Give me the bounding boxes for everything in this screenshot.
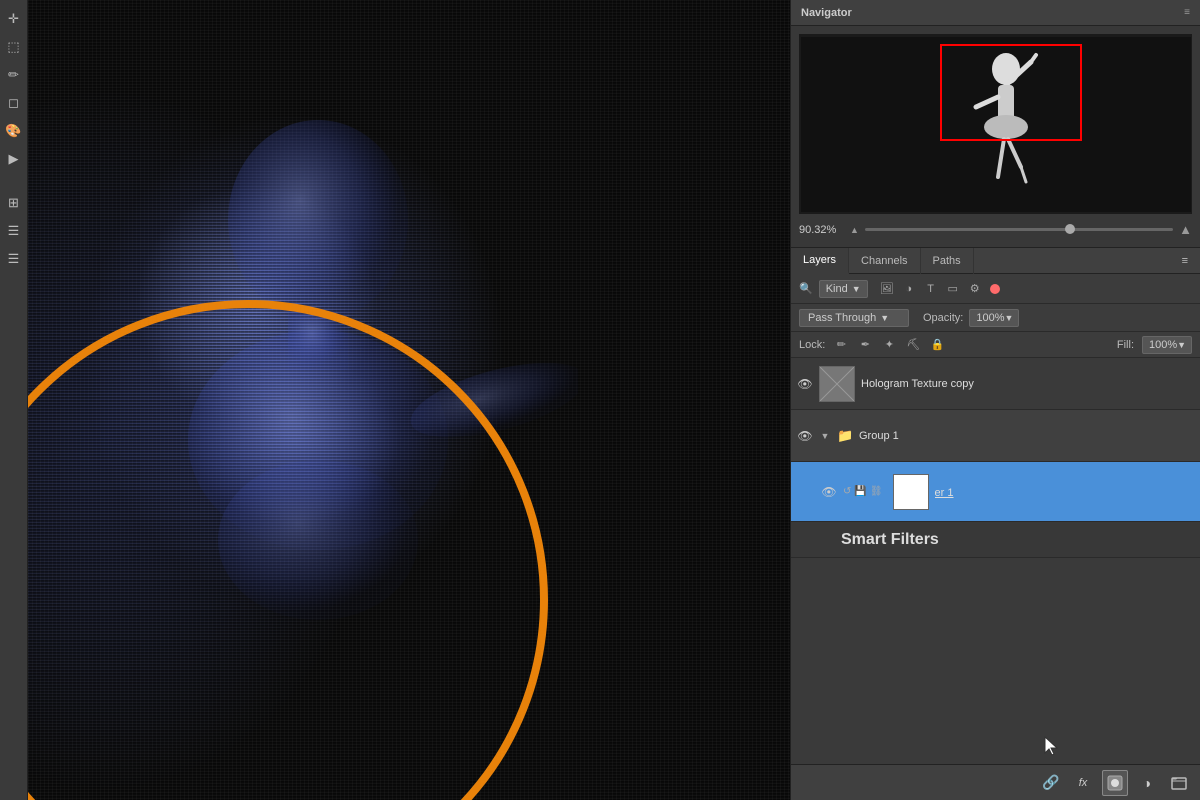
lock-artboard-icon[interactable]: ⛏ bbox=[905, 337, 921, 353]
filter-icons: 🖼 ◑ T ▭ ⚙ bbox=[878, 280, 984, 298]
navigator-zoom-bar: 90.32% ▲ ▲ bbox=[799, 220, 1192, 239]
play-tool[interactable]: ▶ bbox=[3, 148, 25, 170]
zoom-percentage: 90.32% bbox=[799, 224, 844, 236]
layer-item-smart-filters: Smart Filters bbox=[791, 522, 1200, 558]
arrange-tool[interactable]: ⊞ bbox=[3, 192, 25, 214]
blend-mode-value: Pass Through bbox=[808, 312, 876, 324]
link-icon: ↺ bbox=[843, 486, 851, 497]
right-panel: Navigator ≡ bbox=[790, 0, 1200, 800]
layer-item-layer1[interactable]: 👁 ↺ 💾 ⛓ er 1 bbox=[791, 462, 1200, 522]
layers-lock-bar: Lock: ✏ ✒ ✦ ⛏ 🔒 Fill: 100% ▼ bbox=[791, 332, 1200, 358]
layer-name-hologram: Hologram Texture copy bbox=[861, 378, 1194, 390]
navigator-panel: Navigator ≡ bbox=[791, 0, 1200, 248]
canvas-area bbox=[28, 0, 790, 800]
blend-mode-chevron: ▼ bbox=[880, 313, 889, 323]
navigator-preview[interactable] bbox=[799, 34, 1192, 214]
adjustment-button[interactable]: ◑ bbox=[1134, 770, 1160, 796]
opacity-label: Opacity: bbox=[923, 312, 963, 324]
brush-tool[interactable]: ✏ bbox=[3, 64, 25, 86]
move-tool[interactable]: ✛ bbox=[3, 8, 25, 30]
filter-smart-icon[interactable]: ⚙ bbox=[966, 280, 984, 298]
tool-panel: ✛ ⬚ ✏ ◻ 🎨 ▶ ⊞ ☰ ☰ bbox=[0, 0, 28, 800]
tab-layers[interactable]: Layers bbox=[791, 248, 849, 274]
filter-active-dot bbox=[990, 284, 1000, 294]
filter-kind-dropdown[interactable]: Kind ▼ bbox=[819, 280, 868, 298]
tab-channels[interactable]: Channels bbox=[849, 248, 920, 274]
layers-panel: Layers Channels Paths ≡ 🔍 Kind ▼ 🖼 ◑ T ▭… bbox=[791, 248, 1200, 800]
properties-tool[interactable]: ☰ bbox=[3, 220, 25, 242]
paint-bucket-tool[interactable]: 🎨 bbox=[3, 120, 25, 142]
chain-icon: ⛓ bbox=[870, 486, 883, 497]
fill-arrow: ▼ bbox=[1177, 340, 1186, 350]
layer-name-layer1: er 1 bbox=[935, 487, 954, 499]
zoom-slider-thumb[interactable] bbox=[1065, 224, 1075, 234]
tab-paths[interactable]: Paths bbox=[921, 248, 974, 274]
filter-adjustment-icon[interactable]: ◑ bbox=[900, 280, 918, 298]
eraser-tool[interactable]: ◻ bbox=[3, 92, 25, 114]
lock-transparent-icon[interactable]: ✏ bbox=[833, 337, 849, 353]
filter-image-icon[interactable]: 🖼 bbox=[878, 280, 896, 298]
layer-item-group1[interactable]: 👁 ▼ 📁 Group 1 bbox=[791, 410, 1200, 462]
smart-filters-label: Smart Filters bbox=[841, 531, 939, 549]
navigator-title: Navigator bbox=[801, 7, 852, 19]
expand-group1[interactable]: ▼ bbox=[819, 430, 831, 442]
artboard-tool[interactable]: ⬚ bbox=[3, 36, 25, 58]
lock-image-icon[interactable]: ✒ bbox=[857, 337, 873, 353]
lock-label: Lock: bbox=[799, 339, 825, 351]
folder-icon-group1: 📁 bbox=[837, 428, 853, 444]
opacity-input[interactable]: 100% ▼ bbox=[969, 309, 1019, 327]
thumb-hologram bbox=[819, 366, 855, 402]
fill-label: Fill: bbox=[1117, 339, 1134, 351]
layer-name-group1: Group 1 bbox=[859, 430, 1194, 442]
save-icon: 💾 bbox=[854, 486, 866, 497]
fill-input[interactable]: 100% ▼ bbox=[1142, 336, 1192, 354]
fill-value: 100% bbox=[1149, 339, 1177, 351]
blend-mode-dropdown[interactable]: Pass Through ▼ bbox=[799, 309, 909, 327]
filter-kind-chevron: ▼ bbox=[852, 284, 861, 294]
thumb-layer1 bbox=[893, 474, 929, 510]
search-icon: 🔍 bbox=[799, 282, 813, 295]
filter-type-icon[interactable]: T bbox=[922, 280, 940, 298]
layer-item-hologram-texture-copy[interactable]: 👁 Hologram Texture copy bbox=[791, 358, 1200, 410]
opacity-arrow: ▼ bbox=[1005, 313, 1014, 323]
text-tool[interactable]: ☰ bbox=[3, 248, 25, 270]
lock-all-icon[interactable]: 🔒 bbox=[929, 337, 945, 353]
navigator-content: 90.32% ▲ ▲ bbox=[791, 26, 1200, 247]
layers-filter-bar: 🔍 Kind ▼ 🖼 ◑ T ▭ ⚙ bbox=[791, 274, 1200, 304]
navigator-panel-header: Navigator ≡ bbox=[791, 0, 1200, 26]
canvas-content bbox=[28, 0, 790, 800]
lock-position-icon[interactable]: ✦ bbox=[881, 337, 897, 353]
navigator-menu-icon[interactable]: ≡ bbox=[1184, 7, 1190, 18]
zoom-max-icon[interactable]: ▲ bbox=[1179, 222, 1192, 237]
layers-bottom-bar: 🔗 fx ◑ bbox=[791, 764, 1200, 800]
visibility-layer1[interactable]: 👁 bbox=[821, 484, 837, 500]
zoom-slider[interactable] bbox=[865, 228, 1173, 231]
filter-shape-icon[interactable]: ▭ bbox=[944, 280, 962, 298]
opacity-value: 100% bbox=[976, 312, 1004, 324]
visibility-hologram[interactable]: 👁 bbox=[797, 376, 813, 392]
layers-tabs: Layers Channels Paths ≡ bbox=[791, 248, 1200, 274]
zoom-min-icon[interactable]: ▲ bbox=[850, 225, 859, 235]
visibility-group1[interactable]: 👁 bbox=[797, 428, 813, 444]
add-fx-button[interactable]: fx bbox=[1070, 770, 1096, 796]
link-layers-button[interactable]: 🔗 bbox=[1038, 770, 1064, 796]
layers-list: 👁 Hologram Texture copy 👁 ▼ 📁 Group 1 👁 bbox=[791, 358, 1200, 764]
layers-blend-bar: Pass Through ▼ Opacity: 100% ▼ bbox=[791, 304, 1200, 332]
layers-panel-menu[interactable]: ≡ bbox=[1170, 248, 1200, 274]
new-group-button[interactable] bbox=[1166, 770, 1192, 796]
filter-kind-label: Kind bbox=[826, 283, 848, 295]
add-mask-button[interactable] bbox=[1102, 770, 1128, 796]
